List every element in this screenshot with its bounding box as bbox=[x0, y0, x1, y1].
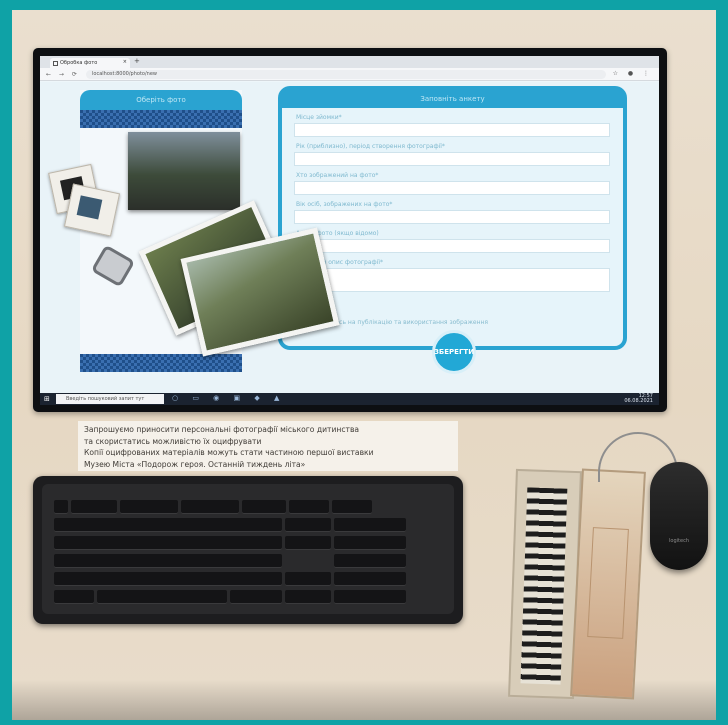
web-page: Оберіть фото Заповніть анкету Місце зйом… bbox=[40, 82, 659, 393]
mouse[interactable]: logitech bbox=[650, 462, 708, 570]
taskbar-app-icons[interactable]: ○ ▭ ◉ ▣ ◆ ▲ bbox=[172, 394, 285, 402]
address-bar[interactable]: localhost:8000/photo/new bbox=[86, 70, 606, 79]
slide-box-lid bbox=[570, 468, 646, 700]
tab-close-icon[interactable]: × bbox=[123, 59, 127, 65]
browser-tab[interactable]: Обробка фото × bbox=[50, 58, 130, 68]
who-input[interactable] bbox=[294, 181, 610, 195]
field-label-age: Вік осіб, зображених на фото* bbox=[296, 201, 393, 208]
key[interactable] bbox=[54, 518, 282, 532]
key[interactable] bbox=[242, 500, 286, 514]
key[interactable] bbox=[285, 518, 331, 532]
photo-panel-title: Оберіть фото bbox=[136, 96, 186, 104]
new-tab-icon[interactable]: + bbox=[134, 57, 140, 65]
field-label-who: Хто зображений на фото* bbox=[296, 172, 379, 179]
space-bar[interactable] bbox=[97, 590, 227, 604]
browser-tab-strip: Обробка фото × + bbox=[40, 56, 659, 68]
key[interactable] bbox=[285, 590, 331, 604]
key-row bbox=[54, 554, 442, 568]
save-button[interactable]: ЗБЕРЕГТИ bbox=[432, 330, 476, 374]
slide-stack bbox=[520, 487, 568, 685]
key[interactable] bbox=[285, 572, 331, 586]
key[interactable] bbox=[54, 590, 94, 604]
system-tray[interactable]: 12:57 06.08.2021 bbox=[624, 394, 653, 404]
year-input[interactable] bbox=[294, 152, 610, 166]
age-input[interactable] bbox=[294, 210, 610, 224]
keyboard[interactable] bbox=[42, 484, 454, 614]
screen: Обробка фото × + ← → ⟳ localhost:8000/ph… bbox=[40, 56, 659, 405]
browser-menu-icons[interactable]: ☆ ● ⋮ bbox=[613, 70, 653, 77]
tab-title: Обробка фото bbox=[60, 60, 98, 66]
caption-line: та скористатись можливістю їх оцифрувати bbox=[84, 436, 262, 446]
place-input[interactable] bbox=[294, 123, 610, 137]
field-label-year: Рік (приблизно), період створення фотогр… bbox=[296, 143, 445, 150]
key[interactable] bbox=[332, 500, 372, 514]
pattern-strip-top bbox=[80, 110, 242, 128]
key[interactable] bbox=[334, 554, 406, 568]
key-row bbox=[54, 518, 442, 532]
key[interactable] bbox=[181, 500, 239, 514]
key[interactable] bbox=[285, 536, 331, 550]
caption-line: Музею Міста «Подорож героя. Останній тиж… bbox=[84, 459, 306, 469]
key[interactable] bbox=[334, 590, 406, 604]
key-row bbox=[54, 536, 442, 550]
description-textarea[interactable] bbox=[294, 268, 610, 292]
key[interactable] bbox=[334, 518, 406, 532]
family-photo bbox=[128, 132, 240, 210]
field-label-place: Місце зйомки* bbox=[296, 114, 342, 121]
windows-start-icon[interactable]: ⊞ bbox=[44, 395, 50, 403]
key[interactable] bbox=[120, 500, 178, 514]
mouse-logo: logitech bbox=[669, 538, 689, 544]
caption-line: Копії оцифрованих матеріалів можуть стат… bbox=[84, 448, 374, 457]
author-input[interactable] bbox=[294, 239, 610, 253]
form-header: Заповніть анкету bbox=[282, 90, 623, 108]
taskbar-search-input[interactable]: Введіть пошуковий запит тут bbox=[56, 394, 164, 404]
key[interactable] bbox=[230, 590, 282, 604]
key-row bbox=[54, 590, 442, 604]
browser-toolbar: ← → ⟳ localhost:8000/photo/new ☆ ● ⋮ bbox=[40, 68, 659, 81]
key-gap bbox=[285, 554, 331, 568]
key-row bbox=[54, 500, 442, 514]
navigation-icons[interactable]: ← → ⟳ bbox=[46, 71, 80, 78]
tab-favicon-icon bbox=[53, 61, 58, 66]
key[interactable] bbox=[54, 536, 282, 550]
keyboard-keys[interactable] bbox=[54, 500, 442, 604]
key[interactable] bbox=[289, 500, 329, 514]
caption-line: Запрошуємо приносити персональні фотогра… bbox=[84, 425, 360, 434]
pattern-strip-bottom bbox=[80, 354, 242, 372]
exhibit-caption: Запрошуємо приносити персональні фотогра… bbox=[78, 421, 458, 471]
key[interactable] bbox=[71, 500, 117, 514]
photo-panel-header: Оберіть фото bbox=[80, 90, 242, 110]
key-row bbox=[54, 572, 442, 586]
key[interactable] bbox=[54, 500, 68, 514]
slide-window bbox=[76, 195, 103, 220]
key[interactable] bbox=[54, 572, 282, 586]
key[interactable] bbox=[334, 536, 406, 550]
lid-emboss bbox=[587, 527, 629, 639]
key[interactable] bbox=[54, 554, 282, 568]
key[interactable] bbox=[334, 572, 406, 586]
windows-taskbar: ⊞ Введіть пошуковий запит тут ○ ▭ ◉ ▣ ◆ … bbox=[40, 393, 659, 405]
tray-date: 06.08.2021 bbox=[624, 398, 653, 404]
